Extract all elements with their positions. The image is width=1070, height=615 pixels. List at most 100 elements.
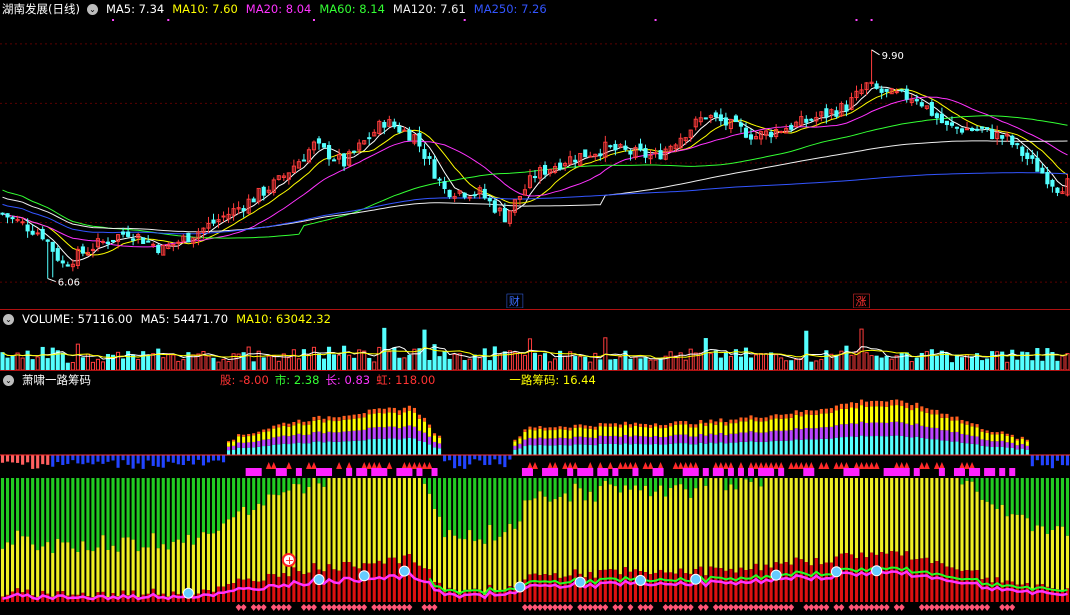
indicator-header: ⌄ 萧啸一路筹码 股: -8.00 市: 2.38 长: 0.83 虹: 118.00…: [0, 371, 602, 389]
chip-bar-green: [36, 478, 40, 551]
signal-triangle: [346, 462, 353, 469]
osc-bar-seg: [648, 436, 653, 445]
osc-bar-seg: [533, 427, 537, 431]
chip-bar-yellow: [754, 478, 758, 564]
osc-bar-seg: [839, 437, 843, 455]
candle-body: [397, 126, 402, 133]
candle-body: [35, 232, 40, 235]
volume-bar: [688, 348, 693, 370]
candle-body: [1045, 171, 1050, 185]
collapse-icon[interactable]: ⌄: [3, 374, 14, 386]
osc-bar-seg: [749, 441, 753, 455]
osc-bar-seg: [920, 425, 924, 438]
osc-bar-seg: [945, 430, 949, 441]
osc-bar-seg: [819, 413, 823, 428]
chip-bar-red: [955, 569, 959, 602]
volume-bar: [542, 353, 548, 370]
osc-bar-seg: [648, 427, 653, 437]
volume-bar: [879, 357, 884, 370]
bottom-diamond: [878, 604, 885, 611]
volume-bar: [156, 348, 161, 370]
chip-bar-yellow: [171, 541, 175, 592]
signal-square: [381, 468, 388, 476]
chip-bar-yellow: [578, 488, 582, 574]
chip-bar-green: [272, 478, 276, 495]
chip-bar-yellow: [950, 478, 954, 568]
volume-bar: [30, 359, 35, 370]
collapse-icon[interactable]: ⌄: [3, 313, 14, 325]
osc-bar-neg: [1060, 455, 1065, 466]
chip-bar-red: [975, 570, 979, 602]
chip-bar-green: [61, 478, 65, 543]
volume-bar: [869, 355, 874, 370]
osc-bar-seg: [764, 441, 768, 455]
chip-bar-yellow: [930, 478, 934, 564]
osc-bar-seg: [618, 444, 622, 455]
chip-bar-red: [844, 553, 849, 602]
candle-body: [638, 143, 643, 151]
chip-bar-green: [513, 478, 517, 529]
chip-bar-yellow: [272, 494, 276, 575]
volume-bar: [553, 358, 558, 370]
osc-bar-seg: [764, 421, 768, 433]
bottom-diamond: [431, 604, 438, 611]
signal-square: [903, 468, 910, 476]
osc-bar-seg: [372, 408, 376, 414]
signal-triangle: [768, 462, 775, 469]
bottom-diamond: [305, 604, 312, 611]
osc-bar-neg: [1030, 455, 1034, 467]
osc-bar-seg: [242, 442, 246, 448]
osc-bar-seg: [322, 433, 326, 443]
candle-body: [321, 143, 327, 148]
osc-bar-seg: [588, 425, 592, 429]
chip-bar-yellow: [648, 496, 653, 575]
chip-bar-yellow: [21, 536, 25, 593]
collapse-icon[interactable]: ⌄: [86, 3, 98, 15]
osc-bar-seg: [287, 423, 291, 427]
chip-bar-yellow: [1005, 516, 1009, 581]
chip-bar-green: [16, 478, 20, 531]
chip-bar-yellow: [910, 478, 914, 560]
osc-bar-seg: [292, 435, 296, 444]
chip-bar-red: [920, 558, 924, 602]
candle-body: [10, 217, 15, 220]
osc-bar-seg: [543, 427, 547, 431]
osc-bar-seg: [437, 448, 442, 455]
osc-bar-neg: [463, 455, 467, 469]
osc-bar-seg: [849, 423, 854, 437]
chip-bar-green: [473, 478, 477, 542]
candle-body: [939, 113, 944, 124]
signal-triangle: [737, 462, 744, 469]
osc-bar-seg: [342, 431, 346, 442]
osc-bar-seg: [875, 436, 879, 455]
osc-bar-seg: [744, 432, 748, 442]
volume-bar: [1045, 348, 1050, 370]
bottom-diamond: [587, 604, 594, 611]
osc-bar-neg: [448, 455, 452, 461]
signal-square: [1009, 468, 1016, 476]
chip-bar-yellow: [66, 542, 70, 596]
osc-bar-seg: [593, 426, 597, 430]
chip-bar-green: [1060, 478, 1065, 527]
osc-bar-seg: [553, 438, 557, 446]
candle-body: [326, 144, 332, 160]
osc-bar-seg: [995, 441, 999, 447]
osc-bar-seg: [880, 406, 884, 423]
chip-bar-red: [302, 574, 306, 602]
volume-bar: [849, 354, 854, 370]
volume-bar: [0, 352, 5, 370]
chip-bar-yellow: [859, 478, 864, 553]
osc-bar-seg: [417, 440, 422, 455]
chip-bar-green: [237, 478, 241, 512]
osc-bar-seg: [779, 430, 783, 441]
osc-bar-seg: [237, 442, 241, 448]
volume-bar: [387, 351, 392, 370]
signal-triangle: [687, 462, 694, 469]
osc-bar-seg: [809, 414, 813, 429]
osc-bar-seg: [875, 406, 879, 423]
osc-bar-seg: [638, 426, 643, 437]
signal-square: [526, 468, 533, 476]
bottom-diamond: [823, 604, 830, 611]
chip-bar-yellow: [116, 551, 120, 597]
volume-bar: [487, 360, 492, 370]
